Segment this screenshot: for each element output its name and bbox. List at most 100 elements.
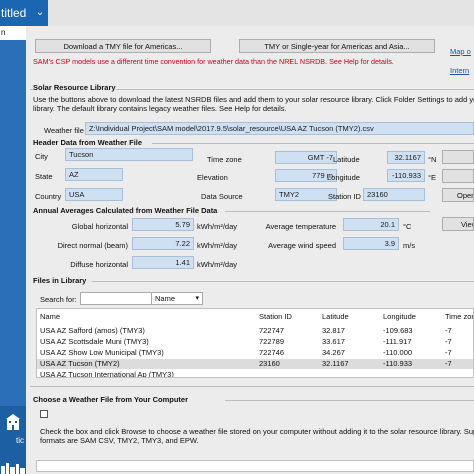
row-name: USA AZ Tucson International Ap (TMY3): [40, 370, 174, 378]
table-row-selected[interactable]: USA AZ Tucson (TMY2) 23160 32.1167 -110.…: [37, 359, 473, 369]
state-value: AZ: [65, 168, 123, 181]
row-longitude: -110.933: [383, 359, 413, 368]
solar-resource-library-title: Solar Resource Library: [33, 83, 116, 92]
row-time-zone: -7: [445, 348, 452, 357]
row-station-id: 722746: [259, 348, 285, 357]
weather-file-path: Z:\Individual Project\SAM model\2017.9.5…: [85, 122, 474, 135]
longitude-value: -110.933: [387, 169, 425, 182]
city-skyline-icon: [1, 463, 25, 474]
table-row[interactable]: USA AZ Scottsdale Muni (TMY3) 722789 33.…: [37, 337, 473, 347]
longitude-unit: °E: [428, 173, 437, 182]
column-header-longitude[interactable]: Longitude: [383, 312, 416, 321]
open-folder-button[interactable]: Open: [442, 188, 474, 202]
view-data-button[interactable]: View: [442, 217, 474, 231]
sidebar-item-label: tic: [16, 436, 24, 445]
country-value: USA: [65, 188, 123, 201]
choose-weather-file-top-border: [30, 386, 474, 387]
country-label: Country: [35, 192, 62, 201]
row-latitude: 32.1167: [322, 359, 349, 368]
weather-file-label: Weather file: [44, 126, 84, 135]
files-in-library-title: Files in Library: [33, 276, 87, 285]
avg-wind-speed-unit: m/s: [403, 241, 416, 250]
row-latitude: 33.617: [322, 337, 345, 346]
column-header-time-zone[interactable]: Time zone: [445, 312, 473, 321]
city-value: Tucson: [65, 148, 193, 161]
header-side-button-2[interactable]: [442, 169, 474, 183]
row-name: USA AZ Safford (amos) (TMY3): [40, 326, 145, 335]
local-weather-file-path-input[interactable]: [36, 460, 474, 472]
table-row[interactable]: USA AZ Show Low Municipal (TMY3) 722746 …: [37, 348, 473, 358]
dhi-unit: kWh/m²/day: [197, 260, 238, 269]
header-data-title: Header Data from Weather File: [33, 138, 143, 147]
timezone-label: Time zone: [207, 155, 242, 164]
row-time-zone: -7: [445, 326, 452, 335]
latitude-unit: °N: [428, 155, 437, 164]
dni-label: Direct normal (beam): [57, 241, 128, 250]
choose-description-line1: Check the box and click Browse to choose…: [40, 427, 474, 436]
elevation-label: Elevation: [197, 173, 228, 182]
choose-description-line2: formats are SAM CSV, TMY2, TMY3, and EPW…: [40, 436, 199, 445]
avg-temperature-label: Average temperature: [265, 222, 336, 231]
table-row[interactable]: USA AZ Safford (amos) (TMY3) 722747 32.8…: [37, 326, 473, 336]
avg-wind-speed-value: 3.9: [343, 237, 399, 250]
sidebar: n tic: [0, 26, 26, 474]
annual-averages-divider: [225, 211, 430, 212]
latitude-label: Latitude: [333, 155, 360, 164]
choose-weather-file-divider: [225, 400, 474, 401]
international-link[interactable]: Intern: [450, 66, 469, 75]
dni-value: 7.22: [132, 237, 194, 250]
timezone-value: GMT -7: [275, 151, 337, 164]
row-name: USA AZ Tucson (TMY2): [40, 359, 120, 368]
row-latitude: 32.817: [322, 326, 345, 335]
search-label: Search for:: [40, 295, 77, 304]
solar-library-description-line1: Use the buttons above to download the la…: [33, 95, 474, 104]
row-station-id: 722747: [259, 326, 285, 335]
latitude-value: 32.1167: [387, 151, 425, 164]
ghi-label: Global horizontal: [71, 222, 128, 231]
ghi-unit: kWh/m²/day: [197, 222, 238, 231]
state-label: State: [35, 172, 53, 181]
chevron-down-icon: ▾: [195, 295, 199, 302]
station-id-label: Station ID: [328, 192, 361, 201]
row-longitude: -111.917: [383, 337, 412, 346]
library-file-table: Name Station ID Latitude Longitude Time …: [36, 308, 474, 378]
use-local-file-checkbox[interactable]: [40, 410, 48, 418]
table-row[interactable]: USA AZ Tucson International Ap (TMY3): [37, 370, 473, 378]
column-header-name[interactable]: Name: [40, 312, 60, 321]
row-time-zone: -7: [445, 359, 452, 368]
row-time-zone: -7: [445, 337, 452, 346]
sidebar-item-label: n: [1, 28, 6, 37]
data-source-label: Data Source: [201, 192, 243, 201]
row-name: USA AZ Scottsdale Muni (TMY3): [40, 337, 149, 346]
column-header-latitude[interactable]: Latitude: [322, 312, 349, 321]
choose-weather-file-title: Choose a Weather File from Your Computer: [33, 395, 189, 404]
longitude-label: Longitude: [327, 173, 360, 182]
files-in-library-divider: [92, 281, 474, 282]
map-link[interactable]: Map o: [450, 47, 471, 56]
avg-temperature-unit: °C: [403, 222, 412, 231]
header-side-button-1[interactable]: [442, 150, 474, 164]
avg-wind-speed-label: Average wind speed: [268, 241, 336, 250]
row-latitude: 34.267: [322, 348, 345, 357]
search-by-value: Name: [155, 294, 176, 303]
csp-time-convention-note: SAM's CSP models use a different time co…: [33, 57, 394, 66]
download-tmy-americas-button[interactable]: Download a TMY file for Americas...: [35, 39, 211, 53]
dhi-value: 1.41: [132, 256, 194, 269]
chevron-down-icon[interactable]: ⌄: [33, 0, 47, 26]
city-label: City: [35, 152, 48, 161]
sidebar-item-bottom[interactable]: tic: [0, 406, 26, 474]
row-name: USA AZ Show Low Municipal (TMY3): [40, 348, 164, 357]
header-data-divider: [152, 143, 474, 144]
row-station-id: 722789: [259, 337, 285, 346]
station-id-value: 23160: [363, 188, 425, 201]
dni-unit: kWh/m²/day: [197, 241, 238, 250]
column-header-station-id[interactable]: Station ID: [259, 312, 292, 321]
ghi-value: 5.79: [132, 218, 194, 231]
row-station-id: 23160: [259, 359, 280, 368]
row-longitude: -110.000: [383, 348, 413, 357]
download-tmy-single-year-button[interactable]: TMY or Single-year for Americas and Asia…: [239, 39, 435, 53]
top-bar: [0, 0, 474, 26]
search-by-select[interactable]: Name ▾: [151, 292, 203, 305]
sidebar-item-location[interactable]: n: [0, 26, 26, 40]
row-longitude: -109.683: [383, 326, 413, 335]
